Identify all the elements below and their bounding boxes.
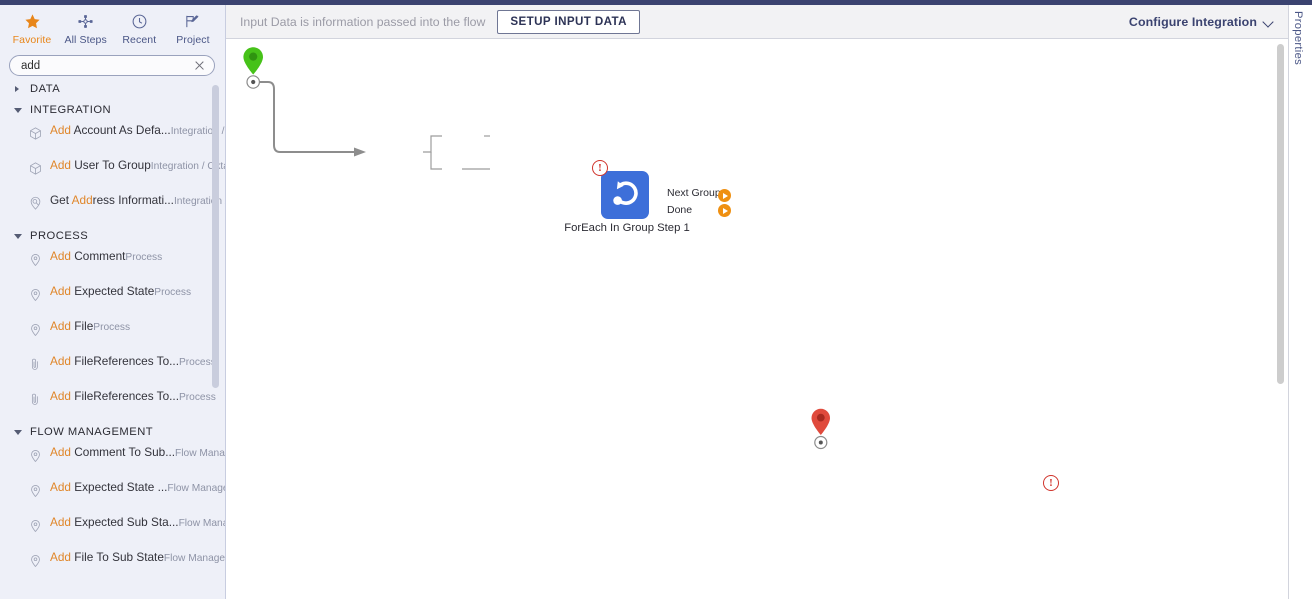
sidebar-tab-recent[interactable]: Recent — [113, 7, 165, 46]
sidebar-tab-project[interactable]: Project — [167, 7, 219, 46]
foreach-loop-icon — [608, 176, 642, 215]
output-port-label-next-group: Next Group — [667, 187, 721, 199]
canvas-scrollbar-thumb[interactable] — [1277, 44, 1284, 384]
pin-icon — [28, 246, 46, 272]
flow-connectors — [243, 47, 830, 450]
step-list-item[interactable]: Add CommentProcess — [0, 246, 225, 281]
step-list-item-category: Process — [178, 357, 216, 368]
step-list-item[interactable]: Add Comment To Sub...Flow Management / D… — [0, 442, 225, 477]
step-list-item[interactable]: Add Expected State ...Flow Management / … — [0, 477, 225, 512]
step-list-item[interactable]: Add Expected Sub Sta...Flow Management /… — [0, 512, 225, 547]
input-data-hint: Input Data is information passed into th… — [240, 14, 486, 29]
location-search-icon — [28, 190, 46, 216]
setup-input-data-button[interactable]: SETUP INPUT DATA — [497, 9, 640, 34]
step-list-item-name: Add Expected Sub Sta... — [50, 515, 179, 529]
clock-icon — [131, 12, 148, 31]
cube-icon — [28, 120, 46, 146]
flow-canvas[interactable]: ! ForEach In Group Step 1 Next Group Don… — [226, 40, 1288, 599]
step-group-header-data[interactable]: DATA — [0, 78, 225, 99]
flow-header: Input Data is information passed into th… — [226, 5, 1288, 39]
application-root: Favorite All Steps Recent Project add DA… — [0, 0, 1312, 599]
pin-icon — [28, 547, 46, 573]
step-list-item-name: Get Address Informati... — [50, 193, 174, 207]
sidebar-tab-all-steps[interactable]: All Steps — [60, 7, 112, 46]
sidebar-scrollbar-thumb[interactable] — [212, 85, 219, 388]
step-list-item-name: Add FileReferences To... — [50, 354, 179, 368]
step-list-item-name: Add Expected State ... — [50, 480, 168, 494]
step-list-item-name: Add Expected State — [50, 284, 155, 298]
pin-icon — [28, 316, 46, 342]
sidebar-tab-label: Favorite — [12, 34, 52, 46]
pin-icon — [28, 442, 46, 468]
step-list-item-name: Add Account As Defa... — [50, 123, 171, 137]
nodes-icon — [77, 12, 94, 31]
end-node-error-badge[interactable]: ! — [1043, 475, 1059, 491]
step-list-item-category: Process — [178, 392, 216, 403]
step-list-item[interactable]: Add Account As Defa...Integration / Role… — [0, 120, 225, 155]
search-box[interactable] — [9, 55, 215, 76]
sidebar-tab-bar: Favorite All Steps Recent Project — [0, 5, 225, 52]
search-area — [0, 52, 225, 76]
chevron-down-icon — [1264, 17, 1274, 27]
start-pin-icon — [243, 47, 263, 75]
step-list-item-name: Add Comment — [50, 249, 126, 263]
step-node-foreach-in-group[interactable] — [601, 171, 649, 219]
close-icon[interactable] — [193, 59, 206, 72]
sidebar-tab-label: Recent — [122, 34, 157, 46]
step-group-title: DATA — [30, 82, 61, 95]
step-list-item-category: Process — [125, 252, 163, 263]
step-list-item[interactable]: Add FileReferences To...Process — [0, 351, 225, 386]
pin-icon — [28, 477, 46, 503]
step-group-header-flow-management[interactable]: FLOW MANAGEMENT — [0, 421, 225, 442]
configure-integration-menu[interactable]: Configure Integration — [1129, 15, 1274, 29]
pin-icon — [28, 281, 46, 307]
step-list-item[interactable]: Add FileReferences To...Process — [0, 386, 225, 421]
sidebar-tab-label: Project — [176, 34, 210, 46]
step-node-label: ForEach In Group Step 1 — [564, 222, 690, 234]
output-port-done[interactable] — [718, 204, 731, 217]
sidebar-tab-favorite[interactable]: Favorite — [6, 7, 58, 46]
step-list-item-category: Process — [93, 322, 131, 333]
step-list-item[interactable]: Add User To GroupIntegration / Okta — [0, 155, 225, 190]
step-list-item-name: Add File To Sub State — [50, 550, 164, 564]
configure-integration-label: Configure Integration — [1128, 14, 1257, 29]
step-list-item[interactable]: Get Address Informati...Integration / Go… — [0, 190, 225, 225]
step-list-item-name: Add FileReferences To... — [50, 389, 179, 403]
step-list: DATA INTEGRATION Add Account As Defa...Int… — [0, 78, 225, 599]
chevron-down-icon — [14, 427, 24, 437]
sidebar-tab-label: All Steps — [64, 34, 107, 46]
cube-icon — [28, 155, 46, 181]
step-list-item-name: Add User To Group — [50, 158, 151, 172]
properties-panel-tab[interactable]: Properties — [1292, 11, 1304, 65]
step-group-title: INTEGRATION — [30, 103, 112, 116]
step-node-error-badge[interactable]: ! — [592, 160, 608, 176]
step-group-header-process[interactable]: PROCESS — [0, 225, 225, 246]
properties-rail: Properties — [1288, 5, 1312, 599]
canvas-scrollbar[interactable] — [1277, 44, 1284, 595]
paperclip-icon — [28, 386, 46, 412]
output-port-next-group[interactable] — [718, 189, 731, 202]
steps-sidebar: Favorite All Steps Recent Project add DA… — [0, 5, 226, 599]
step-list-item-name: Add Comment To Sub... — [50, 445, 176, 459]
output-port-label-done: Done — [667, 204, 693, 216]
step-list-item[interactable]: Add FileProcess — [0, 316, 225, 351]
step-list-item-category: Process — [154, 287, 192, 298]
pin-icon — [28, 512, 46, 538]
step-group-header-integration[interactable]: INTEGRATION — [0, 99, 225, 120]
chevron-right-icon — [14, 84, 24, 94]
search-input[interactable] — [21, 59, 193, 72]
chevron-down-icon — [14, 105, 24, 115]
sidebar-scrollbar[interactable] — [212, 81, 219, 599]
paperclip-icon — [28, 351, 46, 377]
chevron-down-icon — [14, 231, 24, 241]
step-list-item[interactable]: Add File To Sub StateFlow Management / D… — [0, 547, 225, 582]
step-list-item[interactable]: Add Expected StateProcess — [0, 281, 225, 316]
step-group-title: PROCESS — [30, 229, 89, 242]
end-pin-icon — [811, 408, 830, 435]
star-icon — [24, 12, 41, 31]
project-icon — [184, 12, 201, 31]
step-group-title: FLOW MANAGEMENT — [30, 425, 154, 438]
step-list-item-name: Add File — [50, 319, 94, 333]
